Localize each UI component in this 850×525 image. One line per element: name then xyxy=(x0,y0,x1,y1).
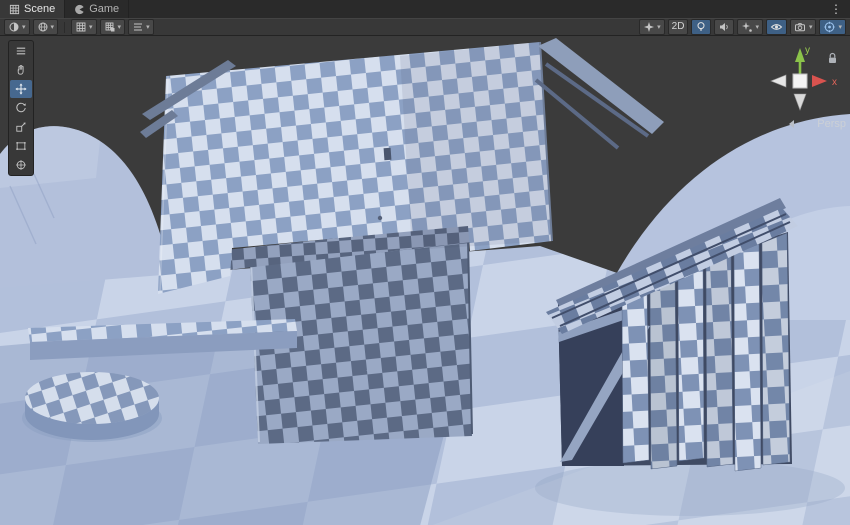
axis-x-label: x xyxy=(832,77,837,88)
axis-y-cone[interactable] xyxy=(795,48,805,62)
rect-tool-button[interactable] xyxy=(10,137,32,155)
fx-dropdown[interactable]: ▾ xyxy=(737,19,763,35)
view-tool-button[interactable] xyxy=(10,61,32,79)
camera-icon xyxy=(794,21,807,33)
rotate-tool-button[interactable] xyxy=(10,99,32,117)
hamburger-icon xyxy=(14,44,28,58)
tab-bar: Scene Game ⋮ xyxy=(0,0,850,18)
rect-icon xyxy=(14,139,28,153)
scene-render[interactable] xyxy=(0,36,850,525)
toolbar-right-group: ▾ 2D ▾ xyxy=(639,19,846,35)
window-menu-icon[interactable]: ⋮ xyxy=(822,0,850,18)
persp-text: Persp xyxy=(817,118,846,130)
caret-icon: ▾ xyxy=(51,24,55,31)
transform-icon xyxy=(14,158,28,172)
lock-icon[interactable] xyxy=(827,52,838,65)
tab-scene[interactable]: Scene xyxy=(0,0,65,18)
tab-game[interactable]: Game xyxy=(65,0,129,18)
2d-toggle[interactable]: 2D xyxy=(668,19,689,35)
draw-mode-dropdown[interactable]: ▾ xyxy=(4,19,30,35)
snap-grid-icon xyxy=(104,21,116,33)
scene-toolbar: ▾ ▾ ▾ ▾ ▾ xyxy=(0,18,850,36)
caret-icon: ▾ xyxy=(22,24,26,31)
tab-scene-label: Scene xyxy=(24,3,55,15)
stump-model[interactable] xyxy=(22,372,162,442)
caret-icon: ▾ xyxy=(146,24,150,31)
globe-icon xyxy=(37,21,49,33)
caret-icon: ▾ xyxy=(755,24,759,31)
caret-icon: ▾ xyxy=(809,24,813,31)
snap-increment-dropdown[interactable]: ▾ xyxy=(128,19,154,35)
lighting-toggle[interactable] xyxy=(691,19,711,35)
rotate-icon xyxy=(14,101,28,115)
orientation-target-icon xyxy=(823,21,836,33)
orientation-gizmo: y x Persp xyxy=(754,40,846,130)
tab-game-label: Game xyxy=(89,3,119,15)
tools-menu-button[interactable] xyxy=(10,42,32,60)
effects-dropdown[interactable]: ▾ xyxy=(639,19,665,35)
caret-icon: ▾ xyxy=(838,24,842,31)
axis-negx-cone[interactable] xyxy=(771,75,786,87)
toolbar-separator xyxy=(64,22,65,33)
axis-y-label: y xyxy=(805,45,810,56)
tools-overlay xyxy=(8,40,34,176)
grid-visibility-dropdown[interactable]: ▾ xyxy=(71,19,97,35)
axis-down-cone[interactable] xyxy=(794,94,806,110)
hand-icon xyxy=(14,63,28,77)
projection-label[interactable]: Persp xyxy=(770,118,846,130)
caret-icon: ▾ xyxy=(657,24,661,31)
audio-toggle[interactable] xyxy=(714,19,734,35)
move-tool-button[interactable] xyxy=(10,80,32,98)
star-effects-icon xyxy=(643,21,655,33)
shaded-sphere-icon xyxy=(8,21,20,33)
gizmo-center-cube[interactable] xyxy=(793,74,807,88)
scale-icon xyxy=(14,120,28,134)
lightbulb-icon xyxy=(695,21,707,33)
caret-icon: ▾ xyxy=(89,24,93,31)
2d-label: 2D xyxy=(672,22,685,32)
eye-icon xyxy=(770,21,783,33)
unity-editor-window: Scene Game ⋮ ▾ ▾ xyxy=(0,0,850,525)
grid-icon xyxy=(75,21,87,33)
transform-tool-button[interactable] xyxy=(10,156,32,174)
increment-bars-icon xyxy=(132,21,144,33)
scene-grid-icon xyxy=(9,4,20,15)
scene-view-options-dropdown[interactable]: ▾ xyxy=(33,19,59,35)
gizmos-dropdown[interactable]: ▾ xyxy=(819,19,846,35)
scene-viewport[interactable]: y x Persp xyxy=(0,36,850,525)
sparkle-icon xyxy=(741,21,753,33)
camera-dropdown[interactable]: ▾ xyxy=(790,19,817,35)
axis-x-cone[interactable] xyxy=(812,75,827,87)
chevron-left-icon xyxy=(788,119,795,129)
speaker-icon xyxy=(718,21,730,33)
tabbar-spacer xyxy=(129,0,822,18)
scene-visibility-toggle[interactable] xyxy=(766,19,787,35)
snap-settings-dropdown[interactable]: ▾ xyxy=(100,19,126,35)
game-icon xyxy=(74,4,85,15)
move-icon xyxy=(14,82,28,96)
caret-icon: ▾ xyxy=(118,24,122,31)
scale-tool-button[interactable] xyxy=(10,118,32,136)
